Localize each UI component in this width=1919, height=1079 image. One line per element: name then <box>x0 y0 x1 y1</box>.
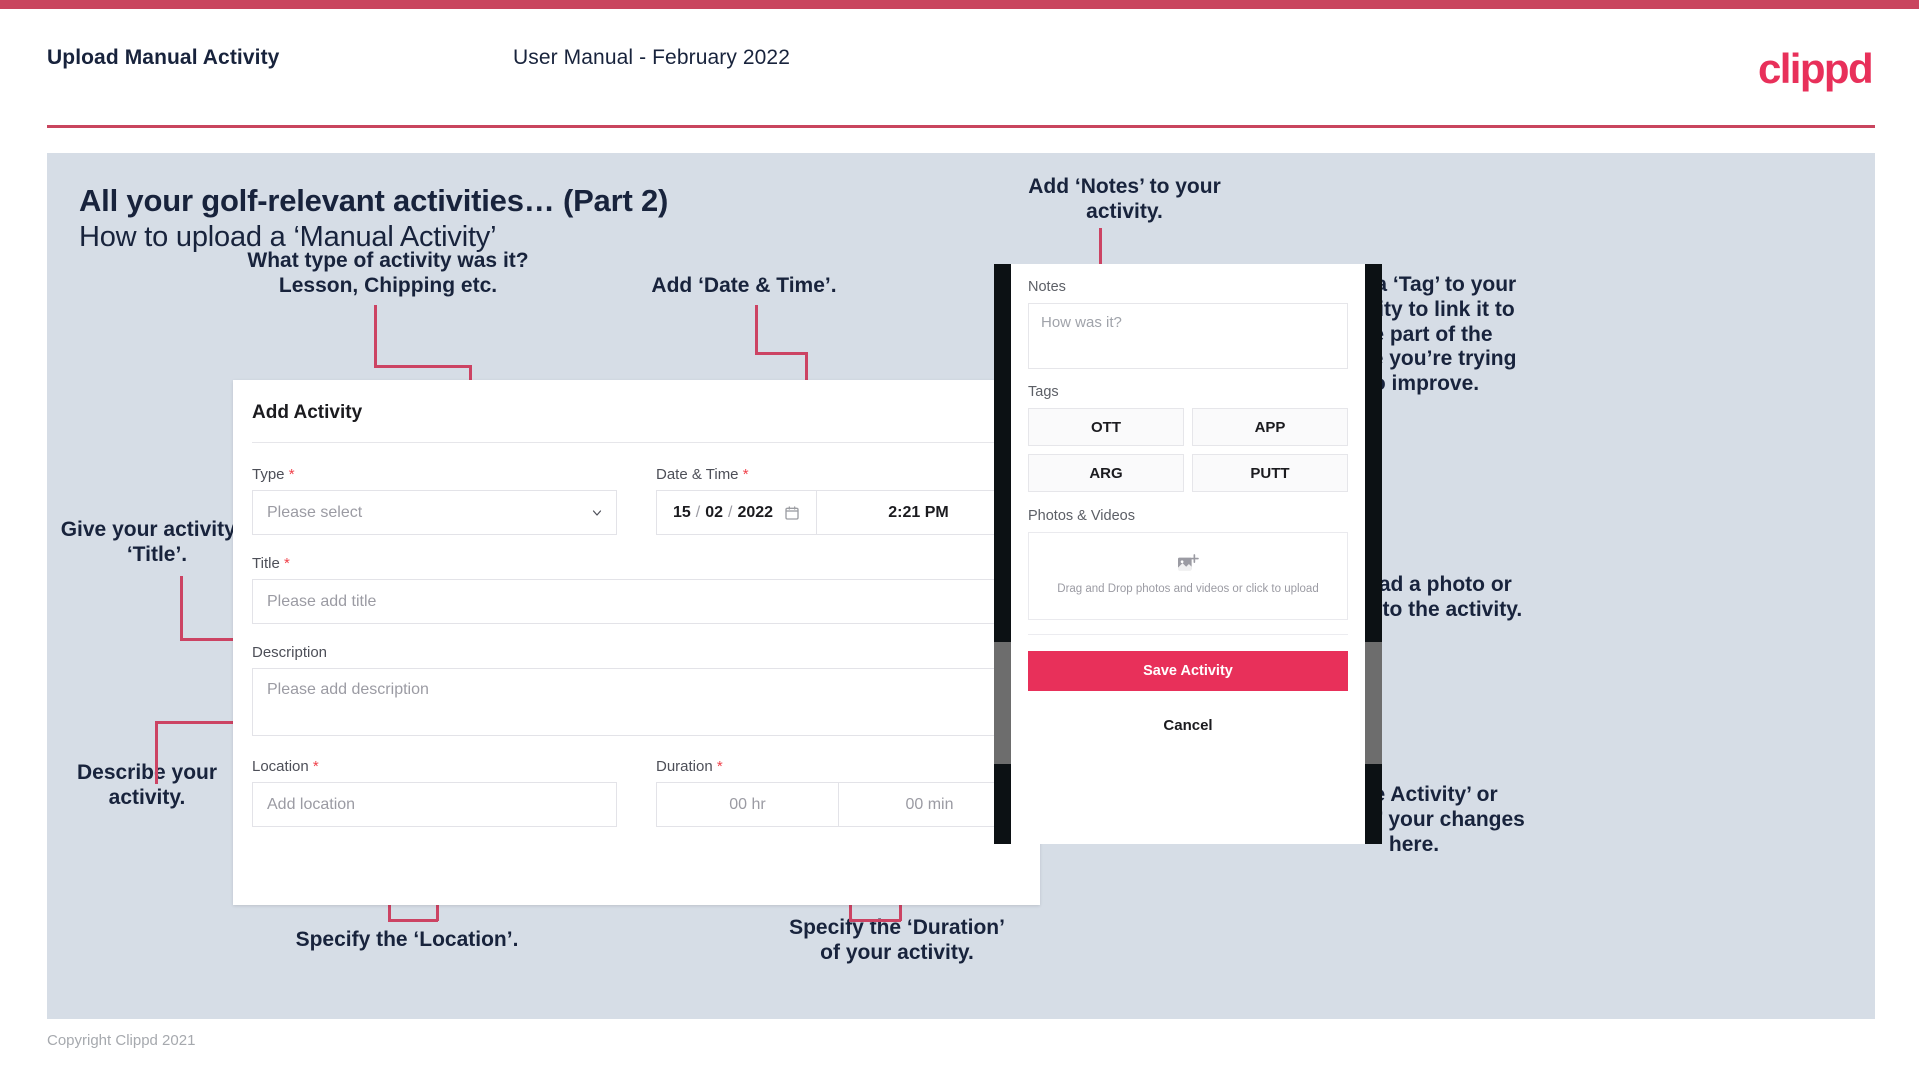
duration-label-text: Duration <box>656 758 713 775</box>
title-input[interactable]: Please add title <box>252 579 1021 624</box>
top-accent-bar <box>0 0 1919 9</box>
chevron-down-icon <box>592 509 602 516</box>
notes-input[interactable]: How was it? <box>1028 303 1348 369</box>
page-title: Upload Manual Activity <box>47 46 280 69</box>
leader-loc-v2 <box>436 905 439 921</box>
calendar-icon[interactable] <box>784 505 800 521</box>
leader-dt-h <box>755 352 807 355</box>
media-dropzone[interactable]: Drag and Drop photos and videos or click… <box>1028 532 1348 620</box>
field-datetime: Date & Time * 15 / 02 / 2022 2:21 PM <box>656 466 1021 535</box>
datetime-label-text: Date & Time <box>656 466 739 483</box>
phone-scroll-right <box>1365 642 1382 764</box>
phone-mockup: Notes How was it? Tags OTT APP ARG PUTT … <box>994 264 1382 844</box>
dialog-title: Add Activity <box>252 402 363 423</box>
type-select[interactable]: Please select <box>252 490 617 535</box>
tags-label: Tags <box>1028 384 1059 400</box>
tag-button-arg[interactable]: ARG <box>1028 454 1184 492</box>
annotation-location: Specify the ‘Location’. <box>295 928 519 951</box>
clippd-logo: clippd <box>1757 45 1874 92</box>
phone-divider <box>1028 634 1348 635</box>
type-label-text: Type <box>252 466 285 483</box>
field-title: Title * Please add title <box>252 555 1021 624</box>
tag-button-app[interactable]: APP <box>1192 408 1348 446</box>
duration-hours-input[interactable]: 00 hr <box>656 782 839 827</box>
location-required-marker: * <box>312 758 319 775</box>
row-type-datetime: Type * Please select Date & Time * 15 / … <box>252 466 1021 535</box>
add-image-icon <box>1178 554 1199 571</box>
dialog-divider <box>252 442 1021 443</box>
leader-dt-v1 <box>755 305 758 354</box>
slide-canvas: All your golf-relevant activities… (Part… <box>47 153 1875 1019</box>
phone-scroll-left <box>994 642 1011 764</box>
media-label: Photos & Videos <box>1028 508 1135 524</box>
date-input[interactable]: 15 / 02 / 2022 <box>656 490 816 535</box>
type-required-marker: * <box>288 466 295 483</box>
slide-title: All your golf-relevant activities… (Part… <box>79 183 669 218</box>
type-select-value: Please select <box>252 490 617 535</box>
duration-label: Duration * <box>656 758 1021 775</box>
annotation-notes: Add ‘Notes’ to your activity. <box>1028 175 1221 223</box>
slide-page: Upload Manual Activity User Manual - Feb… <box>0 0 1919 1079</box>
description-input[interactable]: Please add description ◢ <box>252 668 1021 736</box>
footer-copyright: Copyright Clippd 2021 <box>47 1032 196 1049</box>
time-value: 2:21 PM <box>888 503 949 521</box>
annotation-type: What type of activity was it? Lesson, Ch… <box>247 249 529 297</box>
location-label-text: Location <box>252 758 309 775</box>
leader-desc-v <box>155 721 158 784</box>
duration-required-marker: * <box>716 758 723 775</box>
leader-type-v1 <box>374 305 377 367</box>
dialog-header: Add Activity ✕ <box>233 380 1040 442</box>
leader-loc-h <box>388 919 438 922</box>
duration-hours-placeholder: 00 hr <box>729 795 766 813</box>
title-placeholder: Please add title <box>267 592 377 610</box>
dialog-body: Type * Please select Date & Time * 15 / … <box>252 466 1021 827</box>
field-type: Type * Please select <box>252 466 617 535</box>
date-sep-1: / <box>695 503 701 521</box>
location-placeholder: Add location <box>267 795 356 813</box>
title-label: Title * <box>252 555 1021 572</box>
leader-type-h <box>374 365 471 368</box>
description-label: Description <box>252 644 328 661</box>
type-label: Type * <box>252 466 617 483</box>
title-label-text: Title <box>252 555 280 572</box>
save-activity-button[interactable]: Save Activity <box>1028 651 1348 691</box>
time-input[interactable]: 2:21 PM <box>816 490 1021 535</box>
leader-dur-h <box>849 919 901 922</box>
cancel-button[interactable]: Cancel <box>1028 717 1348 734</box>
add-activity-dialog: Add Activity ✕ Type * Please select <box>233 380 1040 905</box>
tag-button-ott[interactable]: OTT <box>1028 408 1184 446</box>
date-sep-2: / <box>728 503 733 521</box>
leader-title-v <box>180 576 183 640</box>
date-year: 2022 <box>737 503 774 521</box>
field-duration: Duration * 00 hr 00 min <box>656 758 1021 827</box>
header-divider <box>47 125 1875 128</box>
duration-group: 00 hr 00 min <box>656 782 1021 827</box>
annotation-description: Describe your activity. <box>76 761 218 809</box>
description-placeholder: Please add description <box>267 681 429 698</box>
media-dropzone-text: Drag and Drop photos and videos or click… <box>1057 583 1319 596</box>
title-required-marker: * <box>283 555 290 572</box>
annotation-duration: Specify the ‘Duration’ of your activity. <box>789 916 1005 964</box>
field-location: Location * Add location <box>252 758 617 827</box>
datetime-group: 15 / 02 / 2022 2:21 PM <box>656 490 1021 535</box>
page-subtitle: User Manual - February 2022 <box>513 46 790 69</box>
duration-minutes-placeholder: 00 min <box>905 795 954 813</box>
notes-label: Notes <box>1028 279 1066 295</box>
datetime-label: Date & Time * <box>656 466 1021 483</box>
notes-placeholder: How was it? <box>1041 314 1122 331</box>
annotation-datetime: Add ‘Date & Time’. <box>651 274 837 297</box>
field-description: Description Please add description ◢ <box>252 644 1021 736</box>
leader-dur-v2 <box>899 905 902 921</box>
date-day: 15 <box>672 503 691 521</box>
row-location-duration: Location * Add location Duration * 00 hr… <box>252 758 1021 827</box>
date-month: 02 <box>705 503 723 521</box>
location-label: Location * <box>252 758 617 775</box>
tag-button-putt[interactable]: PUTT <box>1192 454 1348 492</box>
tags-grid: OTT APP ARG PUTT <box>1028 408 1348 492</box>
datetime-required-marker: * <box>742 466 749 483</box>
location-input[interactable]: Add location <box>252 782 617 827</box>
phone-screen: Notes How was it? Tags OTT APP ARG PUTT … <box>1011 264 1365 844</box>
